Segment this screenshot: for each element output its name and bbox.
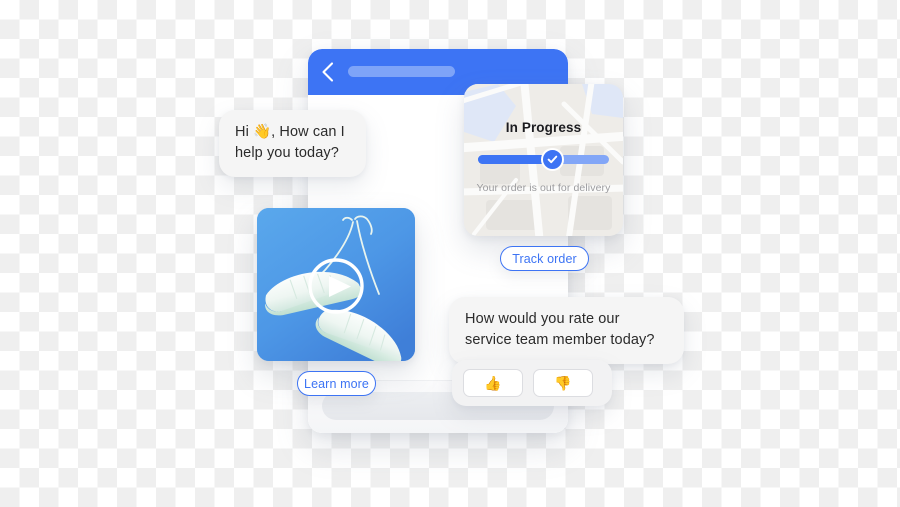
greeting-message-bubble: Hi 👋, How can I help you today? [219, 110, 366, 177]
rating-prompt-bubble: How would you rate our service team memb… [449, 297, 684, 364]
thumbs-down-button[interactable]: 👎 [533, 369, 593, 397]
learn-more-button[interactable]: Learn more [297, 371, 376, 396]
order-progress-marker [541, 148, 565, 171]
order-progress-bar [478, 148, 609, 171]
thumbs-up-button[interactable]: 👍 [463, 369, 523, 397]
canvas: Hi 👋, How can I help you today? In Progr… [0, 0, 900, 507]
track-order-button[interactable]: Track order [500, 246, 589, 271]
sneakers-video-thumbnail [257, 208, 415, 361]
chevron-left-icon[interactable] [321, 62, 334, 82]
thumbs-up-icon: 👍 [484, 375, 502, 391]
order-status-title: In Progress [505, 120, 582, 135]
check-icon [547, 155, 558, 164]
order-status-subtitle: Your order is out for delivery [476, 182, 611, 194]
rating-options-tray: 👍 👎 [452, 360, 612, 406]
thumbs-down-icon: 👎 [554, 375, 572, 391]
header-title-placeholder [348, 66, 455, 77]
order-status-card: In Progress Your order is out for delive… [464, 84, 623, 236]
video-preview-card[interactable] [257, 208, 415, 361]
